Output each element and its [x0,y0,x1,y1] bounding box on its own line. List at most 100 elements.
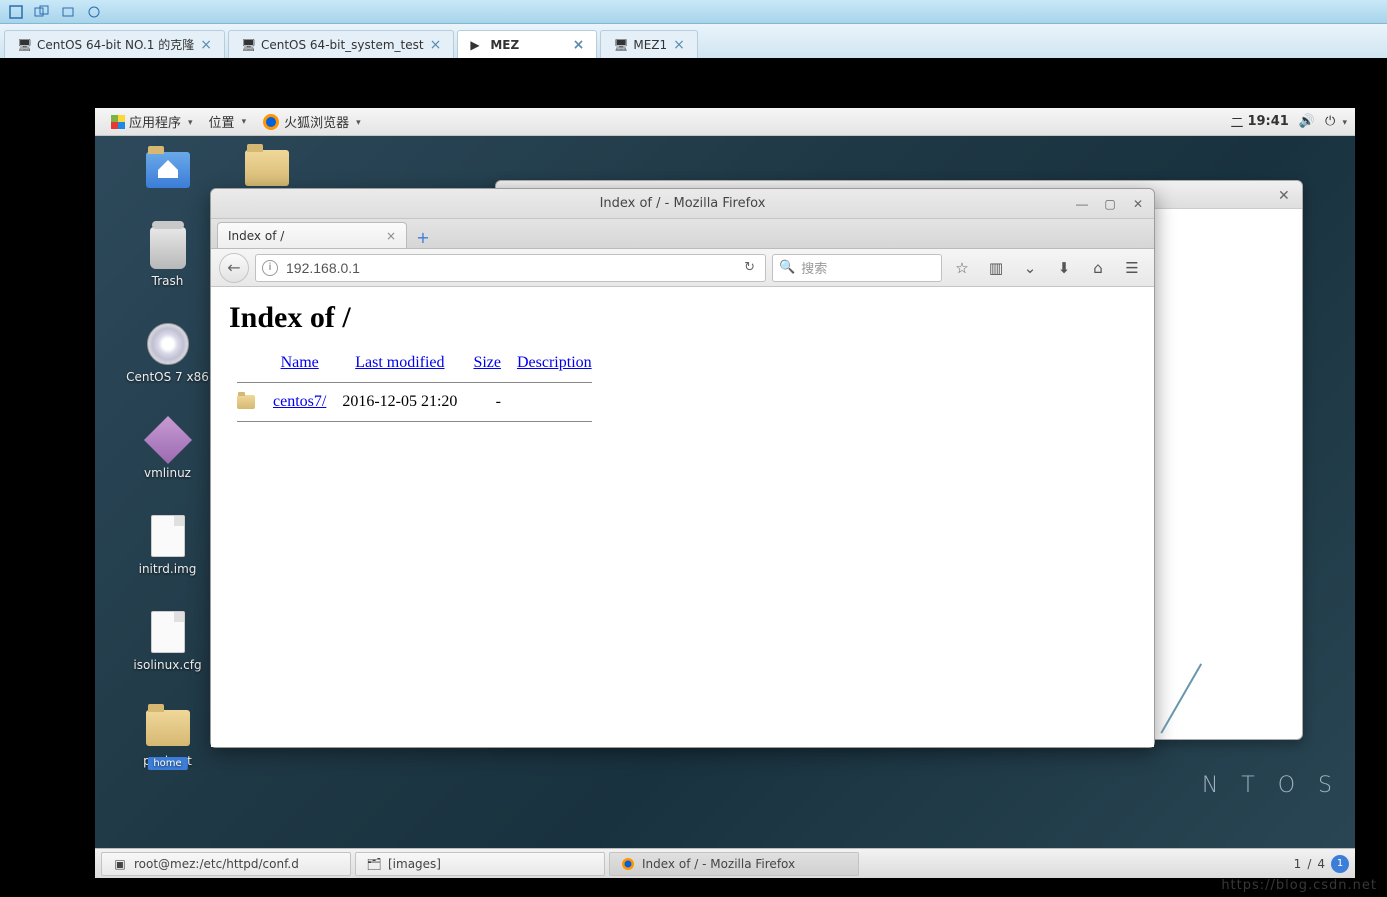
taskbar-right: 1 / 4 1 [1294,855,1349,873]
search-placeholder: 搜索 [801,258,827,277]
search-bar[interactable]: 🔍 搜索 [772,254,942,282]
pocket-icon[interactable]: ⌄ [1016,254,1044,282]
pager-sep: / [1307,857,1311,871]
reload-icon[interactable]: ↻ [740,260,759,275]
col-modified[interactable]: Last modified [355,354,444,371]
back-button[interactable]: ← [219,253,249,283]
workspace-indicator-icon[interactable]: 1 [1331,855,1349,873]
monitor-icon: 🖥 [17,38,31,52]
task-terminal[interactable]: ▣ root@mez:/etc/httpd/conf.d [101,852,351,876]
firefox-tab[interactable]: Index of / × [217,222,407,248]
task-label: root@mez:/etc/httpd/conf.d [134,857,299,871]
task-files[interactable]: 🗂[images] [355,852,605,876]
close-button[interactable]: ✕ [1130,196,1146,212]
gnome-desktop: 应用程序 位置 火狐浏览器 二 19:41 🔊 ⏻ home Trash Cen… [95,108,1355,878]
window-title: Index of / - Mozilla Firefox [600,196,766,211]
task-label: Index of / - Mozilla Firefox [642,857,795,871]
volume-icon[interactable]: 🔊 [1299,114,1315,129]
firefox-icon [620,856,636,872]
monitor-icon: 🖥 [613,38,627,52]
vmware-tab-3[interactable]: 🖥 MEZ1 × [600,30,698,58]
places-menu[interactable]: 位置 [201,112,255,131]
vmware-tab-label: CentOS 64-bit NO.1 的克隆 [37,36,194,53]
firefox-icon [262,113,280,131]
vmware-tab-label: CentOS 64-bit_system_test [261,38,424,52]
home-label: home [147,757,187,770]
col-size[interactable]: Size [473,354,501,371]
vmware-icon-1[interactable] [8,4,24,20]
monitor-play-icon: ▶ [470,38,484,52]
new-tab-button[interactable]: + [411,226,435,248]
applications-label: 应用程序 [129,112,181,131]
trash-icon[interactable]: Trash [115,226,220,288]
close-icon[interactable]: × [200,37,212,53]
home-icon[interactable]: ⌂ [1084,254,1112,282]
pager-total: 4 [1317,857,1325,871]
vmware-tab-0[interactable]: 🖥 CentOS 64-bit NO.1 的克隆 × [4,30,225,58]
task-firefox[interactable]: Index of / - Mozilla Firefox [609,852,859,876]
initrd-icon[interactable]: initrd.img [115,514,220,576]
directory-listing-table: Name Last modified Size Description cent… [229,351,600,429]
power-icon[interactable]: ⏻ [1325,114,1347,129]
gnome-top-panel: 应用程序 位置 火狐浏览器 二 19:41 🔊 ⏻ [95,108,1355,136]
initrd-label: initrd.img [139,562,197,576]
firefox-label: 火狐浏览器 [284,112,349,131]
monitor-icon: 🖥 [241,38,255,52]
disc-label: CentOS 7 x86 [126,370,209,384]
table-row: centos7/ 2016-12-05 21:20 - [229,390,600,414]
col-name[interactable]: Name [281,354,319,371]
pager-current[interactable]: 1 [1294,857,1302,871]
isolinux-label: isolinux.cfg [133,658,201,672]
dir-link[interactable]: centos7/ [273,393,326,410]
firefox-titlebar[interactable]: Index of / - Mozilla Firefox — ▢ ✕ [211,189,1154,219]
dir-modified: 2016-12-05 21:20 [334,390,465,414]
bookmark-star-icon[interactable]: ☆ [948,254,976,282]
close-icon[interactable]: × [573,37,585,53]
desktop-icon-grid: home Trash CentOS 7 x86 vmlinuz initrd.i… [115,148,220,768]
url-bar[interactable]: i ↻ [255,254,766,282]
vmlinuz-icon[interactable]: vmlinuz [115,418,220,480]
minimize-button[interactable]: — [1074,196,1090,212]
terminal-icon: ▣ [112,856,128,872]
firefox-menu[interactable]: 火狐浏览器 [254,112,369,131]
close-icon[interactable]: ✕ [1278,188,1292,202]
loose-folder-icon[interactable] [245,150,289,186]
vmware-tab-1[interactable]: 🖥 CentOS 64-bit_system_test × [228,30,454,58]
downloads-icon[interactable]: ⬇ [1050,254,1078,282]
disc-icon[interactable]: CentOS 7 x86 [115,322,220,384]
home-folder-icon[interactable]: home [115,148,220,192]
close-icon[interactable]: × [430,37,442,53]
applications-menu[interactable]: 应用程序 [103,112,201,131]
files-icon: 🗂 [366,856,382,872]
vmware-toolbar [0,0,1387,24]
tab-title: Index of / [228,229,284,243]
hamburger-menu-icon[interactable]: ☰ [1118,254,1146,282]
page-heading: Index of / [229,301,1136,335]
vmware-icon-2[interactable] [34,4,50,20]
watermark: https://blog.csdn.net [1221,878,1377,893]
page-content: Index of / Name Last modified Size Descr… [211,287,1154,747]
trash-label: Trash [152,274,184,288]
vmware-tab-2[interactable]: ▶ MEZ × [457,30,597,58]
isolinux-icon[interactable]: isolinux.cfg [115,610,220,672]
vmware-icon-4[interactable] [86,4,102,20]
search-icon: 🔍 [779,260,795,275]
library-icon[interactable]: ▥ [982,254,1010,282]
clock-day: 二 [1230,112,1243,131]
vmware-icon-3[interactable] [60,4,76,20]
vmware-tab-strip: 🖥 CentOS 64-bit NO.1 的克隆 × 🖥 CentOS 64-bit_… [0,24,1387,58]
close-icon[interactable]: × [386,229,396,243]
site-info-icon[interactable]: i [262,260,278,276]
gnome-taskbar: ▣ root@mez:/etc/httpd/conf.d 🗂[images] In… [95,848,1355,878]
firefox-toolbar: ← i ↻ 🔍 搜索 ☆ ▥ ⌄ ⬇ ⌂ ☰ [211,249,1154,287]
folder-icon [237,395,255,409]
maximize-button[interactable]: ▢ [1102,196,1118,212]
close-icon[interactable]: × [673,37,685,53]
vmware-tab-label: MEZ [490,38,519,52]
dir-size: - [465,390,509,414]
clock-time[interactable]: 19:41 [1247,114,1288,129]
dir-desc [509,390,600,414]
vmware-tab-label: MEZ1 [633,38,667,52]
url-input[interactable] [286,260,740,276]
col-description[interactable]: Description [517,354,592,371]
